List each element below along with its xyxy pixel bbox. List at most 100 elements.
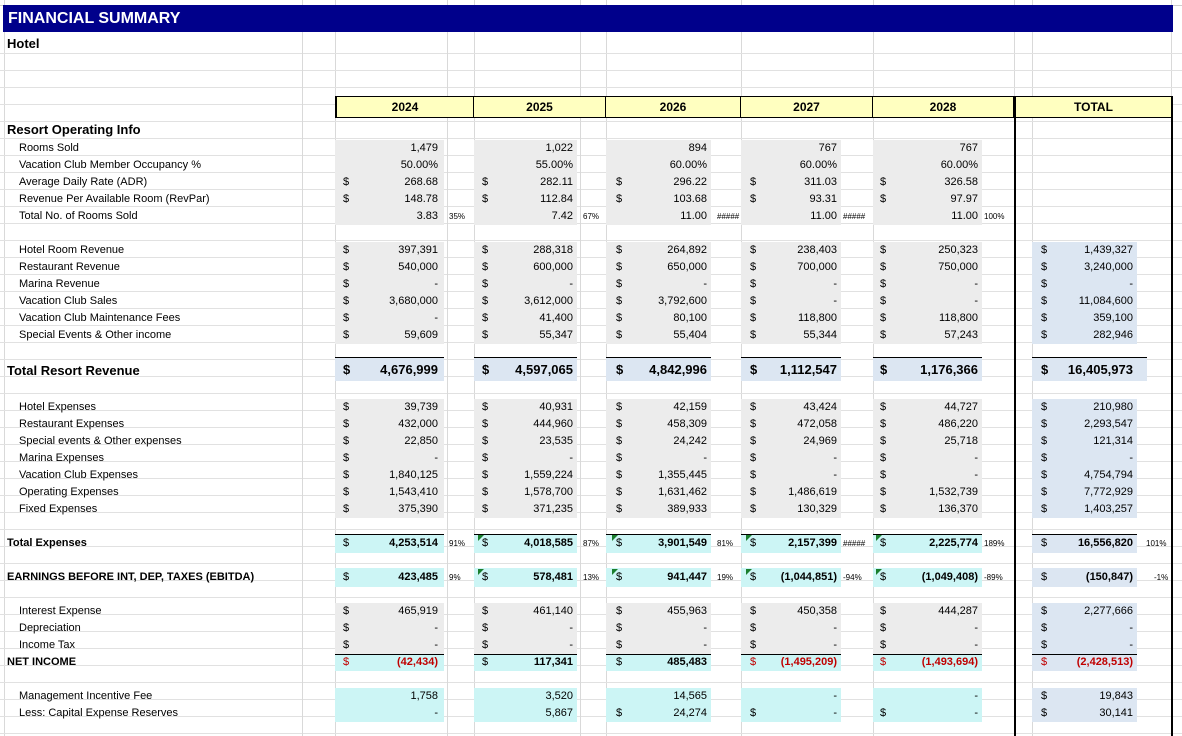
- grid-row-line: [0, 563, 1182, 564]
- operating-value: 326.58: [944, 176, 978, 188]
- percent-value: 13%: [583, 573, 600, 582]
- percent-value: #####: [717, 212, 740, 221]
- total-column-border-right: [1171, 118, 1173, 736]
- operating-value: 60.00%: [940, 159, 978, 171]
- revenue-row-label: Marina Revenue: [19, 278, 100, 290]
- currency-symbol: $: [750, 244, 757, 256]
- revenue-total-value: 282,946: [1093, 329, 1133, 341]
- revenue-value: 55,344: [803, 329, 837, 341]
- cell-top-border: [873, 654, 982, 655]
- currency-symbol: $: [616, 418, 623, 430]
- operating-row-label: Total No. of Rooms Sold: [19, 210, 138, 222]
- revenue-total-value: 1,439,327: [1084, 244, 1133, 256]
- currency-symbol: $: [880, 656, 887, 668]
- operating-value: 7.42: [551, 210, 573, 222]
- currency-symbol: $: [1041, 401, 1048, 413]
- cell-top-border: [606, 357, 711, 358]
- operating-row-label: Average Daily Rate (ADR): [19, 176, 148, 188]
- total-expenses-value: 4,018,585: [524, 537, 573, 549]
- currency-symbol: $: [1041, 503, 1048, 515]
- operating-value: 296.22: [673, 176, 707, 188]
- expense-row-label: Special events & Other expenses: [19, 435, 182, 447]
- currency-symbol: $: [880, 452, 887, 464]
- total-revenue-total: 16,405,973: [1067, 362, 1133, 377]
- currency-symbol: $: [482, 278, 489, 290]
- grid-col-line: [4, 0, 5, 736]
- fee-total-value: 19,843: [1099, 690, 1133, 702]
- currency-symbol: $: [1041, 707, 1048, 719]
- currency-symbol: $: [616, 452, 623, 464]
- currency-symbol: $: [343, 486, 350, 498]
- currency-symbol: $: [343, 469, 350, 481]
- currency-symbol: $: [750, 329, 757, 341]
- fee-value: 1,758: [410, 690, 438, 702]
- revenue-value: 238,403: [797, 244, 837, 256]
- currency-symbol: $: [750, 707, 757, 719]
- error-indicator: [876, 535, 882, 541]
- ebitda-value: (1,049,408): [921, 571, 978, 583]
- expense-value: 458,309: [667, 418, 707, 430]
- currency-symbol: $: [880, 362, 888, 377]
- sheet-title: FINANCIAL SUMMARY: [3, 5, 1173, 32]
- currency-symbol: $: [750, 418, 757, 430]
- revenue-value: 57,243: [944, 329, 978, 341]
- shaded-block: [335, 399, 444, 518]
- currency-symbol: $: [343, 329, 350, 341]
- currency-symbol: $: [482, 312, 489, 324]
- currency-symbol: $: [1041, 656, 1048, 668]
- expense-total-value: 121,314: [1093, 435, 1133, 447]
- expense-value: 1,532,739: [929, 486, 978, 498]
- grid-row-line: [0, 70, 1182, 71]
- fee-value: 3,520: [545, 690, 573, 702]
- expense-value: -: [974, 469, 978, 481]
- total-revenue-value: 1,112,547: [779, 362, 837, 377]
- currency-symbol: $: [880, 261, 887, 273]
- currency-symbol: $: [1041, 639, 1048, 651]
- currency-symbol: $: [1041, 571, 1048, 583]
- revenue-value: -: [833, 295, 837, 307]
- currency-symbol: $: [880, 622, 887, 634]
- below-total-value: 2,277,666: [1084, 605, 1133, 617]
- operating-value: 93.31: [809, 193, 837, 205]
- revenue-row-label: Hotel Room Revenue: [19, 244, 125, 256]
- net-income-label: NET INCOME: [7, 656, 77, 668]
- year-header-2027: 2027: [741, 96, 873, 118]
- revenue-value: 750,000: [938, 261, 978, 273]
- below-row-label: Income Tax: [19, 639, 76, 651]
- fee-value: -: [974, 707, 978, 719]
- percent-value: -1%: [1154, 573, 1169, 582]
- currency-symbol: $: [1041, 452, 1048, 464]
- operating-value: 60.00%: [669, 159, 707, 171]
- below-value: -: [833, 622, 837, 634]
- grid-row-line: [0, 172, 1182, 173]
- below-row-label: Interest Expense: [19, 605, 102, 617]
- ebitda-value: 578,481: [533, 571, 573, 583]
- fee-value: -: [833, 690, 837, 702]
- currency-symbol: $: [880, 295, 887, 307]
- expense-value: -: [434, 452, 438, 464]
- below-total-value: -: [1129, 622, 1133, 634]
- expense-row-label: Restaurant Expenses: [19, 418, 125, 430]
- revenue-value: 3,680,000: [389, 295, 438, 307]
- operating-value: 112.84: [540, 193, 573, 205]
- grid-row-line: [0, 121, 1182, 122]
- cell-top-border: [741, 654, 841, 655]
- currency-symbol: $: [880, 312, 887, 324]
- expense-value: 23,535: [539, 435, 573, 447]
- currency-symbol: $: [343, 639, 350, 651]
- currency-symbol: $: [343, 571, 350, 583]
- fee-value: -: [974, 690, 978, 702]
- currency-symbol: $: [482, 261, 489, 273]
- grid-row-line: [0, 597, 1182, 598]
- expense-value: 22,850: [404, 435, 438, 447]
- expense-value: 136,370: [938, 503, 978, 515]
- currency-symbol: $: [750, 295, 757, 307]
- net-income-total: (2,428,513): [1076, 656, 1133, 668]
- currency-symbol: $: [880, 486, 887, 498]
- error-indicator: [746, 535, 752, 541]
- currency-symbol: $: [1041, 295, 1048, 307]
- error-indicator: [876, 569, 882, 575]
- grid-row-line: [0, 240, 1182, 241]
- grid-row-line: [0, 342, 1182, 343]
- grid-row-line: [0, 529, 1182, 530]
